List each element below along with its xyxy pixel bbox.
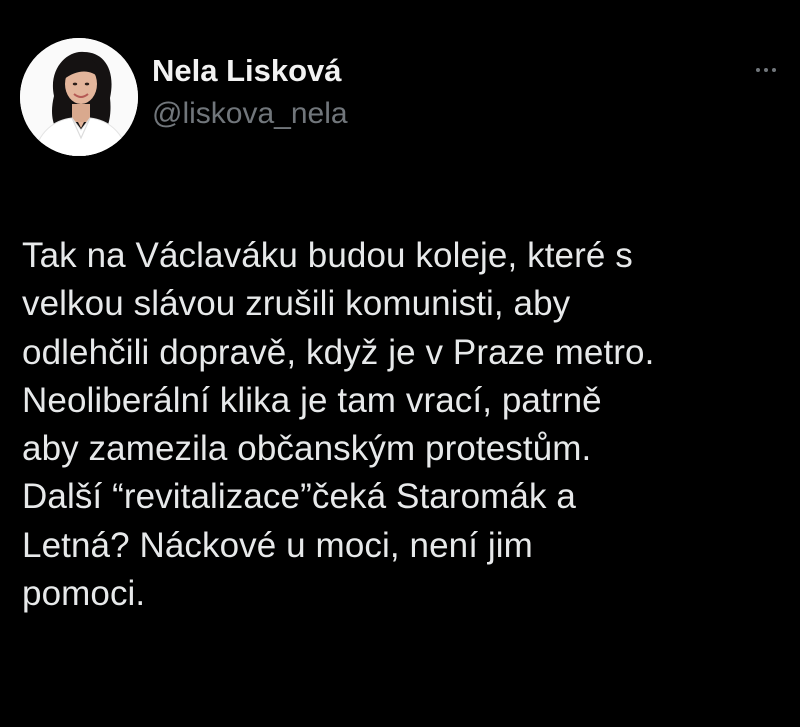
more-horizontal-icon-dot xyxy=(772,68,776,72)
tweet-text-line: Tak na Václaváku budou koleje, které s xyxy=(22,236,633,275)
avatar[interactable] xyxy=(20,38,138,156)
tweet-text-line: pomoci. xyxy=(22,574,146,614)
author-block: Nela Lisková @liskova_nela xyxy=(152,52,348,134)
more-horizontal-icon-dot xyxy=(764,68,768,72)
author-handle[interactable]: @liskova_nela xyxy=(152,94,348,134)
tweet-text-line: velkou slávou zrušili komunisti, aby xyxy=(22,284,571,324)
tweet-text-line: Neoliberální klika je tam vrací, patrně xyxy=(22,380,602,420)
tweet-text-line: aby zamezila občanským protestům. xyxy=(22,429,592,469)
tweet-text-line: Další “revitalizace”čeká Staromák a xyxy=(22,477,576,517)
profile-photo-icon xyxy=(20,38,138,156)
author-display-name[interactable]: Nela Lisková xyxy=(152,52,348,90)
more-horizontal-icon xyxy=(756,68,760,72)
tweet-text-line: Letná? Náckové u moci, není jim xyxy=(22,525,533,565)
tweet-text-line: odlehčili dopravě, když je v Praze metro… xyxy=(22,332,655,372)
tweet-card: Nela Lisková @liskova_nela Tak na Václav… xyxy=(0,0,800,727)
tweet-text: Tak na Václaváku budou koleje, které s v… xyxy=(22,232,792,618)
more-options-button[interactable] xyxy=(748,60,784,80)
